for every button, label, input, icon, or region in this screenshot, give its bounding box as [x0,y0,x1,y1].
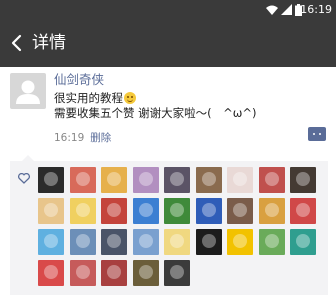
liker-avatar[interactable] [258,229,285,255]
liker-avatar[interactable] [290,229,316,255]
liker-avatar[interactable] [227,229,253,255]
delete-link[interactable]: 删除 [90,132,111,144]
status-time: 16:19 [300,3,332,16]
liker-avatar[interactable] [132,260,159,286]
liker-avatar[interactable] [195,229,222,255]
liker-avatar[interactable] [195,167,222,193]
app-header: 详情 [0,19,336,67]
comment-button[interactable] [308,127,326,141]
liker-avatar[interactable] [195,198,222,224]
liker-avatar-grid [38,167,326,286]
liker-avatar[interactable] [258,198,285,224]
post-text: 很实用的教程 [54,91,123,105]
liker-avatar[interactable] [227,198,253,224]
liker-avatar[interactable] [132,198,159,224]
default-user-icon [16,80,40,104]
status-icons [266,3,302,16]
likes-pointer [22,155,34,161]
liker-avatar[interactable] [258,167,285,193]
liker-avatar[interactable] [164,229,190,255]
wifi-icon [266,5,278,15]
author-avatar[interactable] [10,73,46,109]
post-time: 16:19 [54,132,85,144]
signal-icon [281,4,292,15]
status-bar: 16:19 [0,0,336,19]
liker-avatar[interactable] [69,167,96,193]
liker-avatar[interactable] [101,167,127,193]
post-text-line-1: 很实用的教程 [54,91,136,106]
liker-avatar[interactable] [101,260,127,286]
liker-avatar[interactable] [101,198,127,224]
liker-avatar[interactable] [69,198,96,224]
liker-avatar[interactable] [38,260,64,286]
heart-icon [18,173,30,184]
liker-avatar[interactable] [101,229,127,255]
liker-avatar[interactable] [132,167,159,193]
liker-avatar[interactable] [164,167,190,193]
liker-avatar[interactable] [38,229,64,255]
page-title: 详情 [32,33,66,53]
smile-emoji-icon [124,92,136,104]
likes-panel [10,155,328,295]
back-arrow-icon[interactable] [6,32,28,54]
moment-detail: 仙剑奇侠 很实用的教程 需要收集五个赞 谢谢大家啦～( ^ω^) 16:19 删除 [0,67,336,299]
post-meta: 16:19 删除 [54,131,111,145]
liker-avatar[interactable] [164,260,190,286]
liker-avatar[interactable] [38,167,64,193]
author-name[interactable]: 仙剑奇侠 [54,72,104,88]
liker-avatar[interactable] [38,198,64,224]
comment-dot [313,133,315,135]
liker-avatar[interactable] [164,198,190,224]
comment-dot [319,133,321,135]
liker-avatar[interactable] [132,229,159,255]
liker-avatar[interactable] [69,229,96,255]
liker-avatar[interactable] [290,198,316,224]
liker-avatar[interactable] [227,167,253,193]
liker-avatar[interactable] [290,167,316,193]
post-text-line-2: 需要收集五个赞 谢谢大家啦～( ^ω^) [54,106,257,120]
liker-avatar[interactable] [69,260,96,286]
